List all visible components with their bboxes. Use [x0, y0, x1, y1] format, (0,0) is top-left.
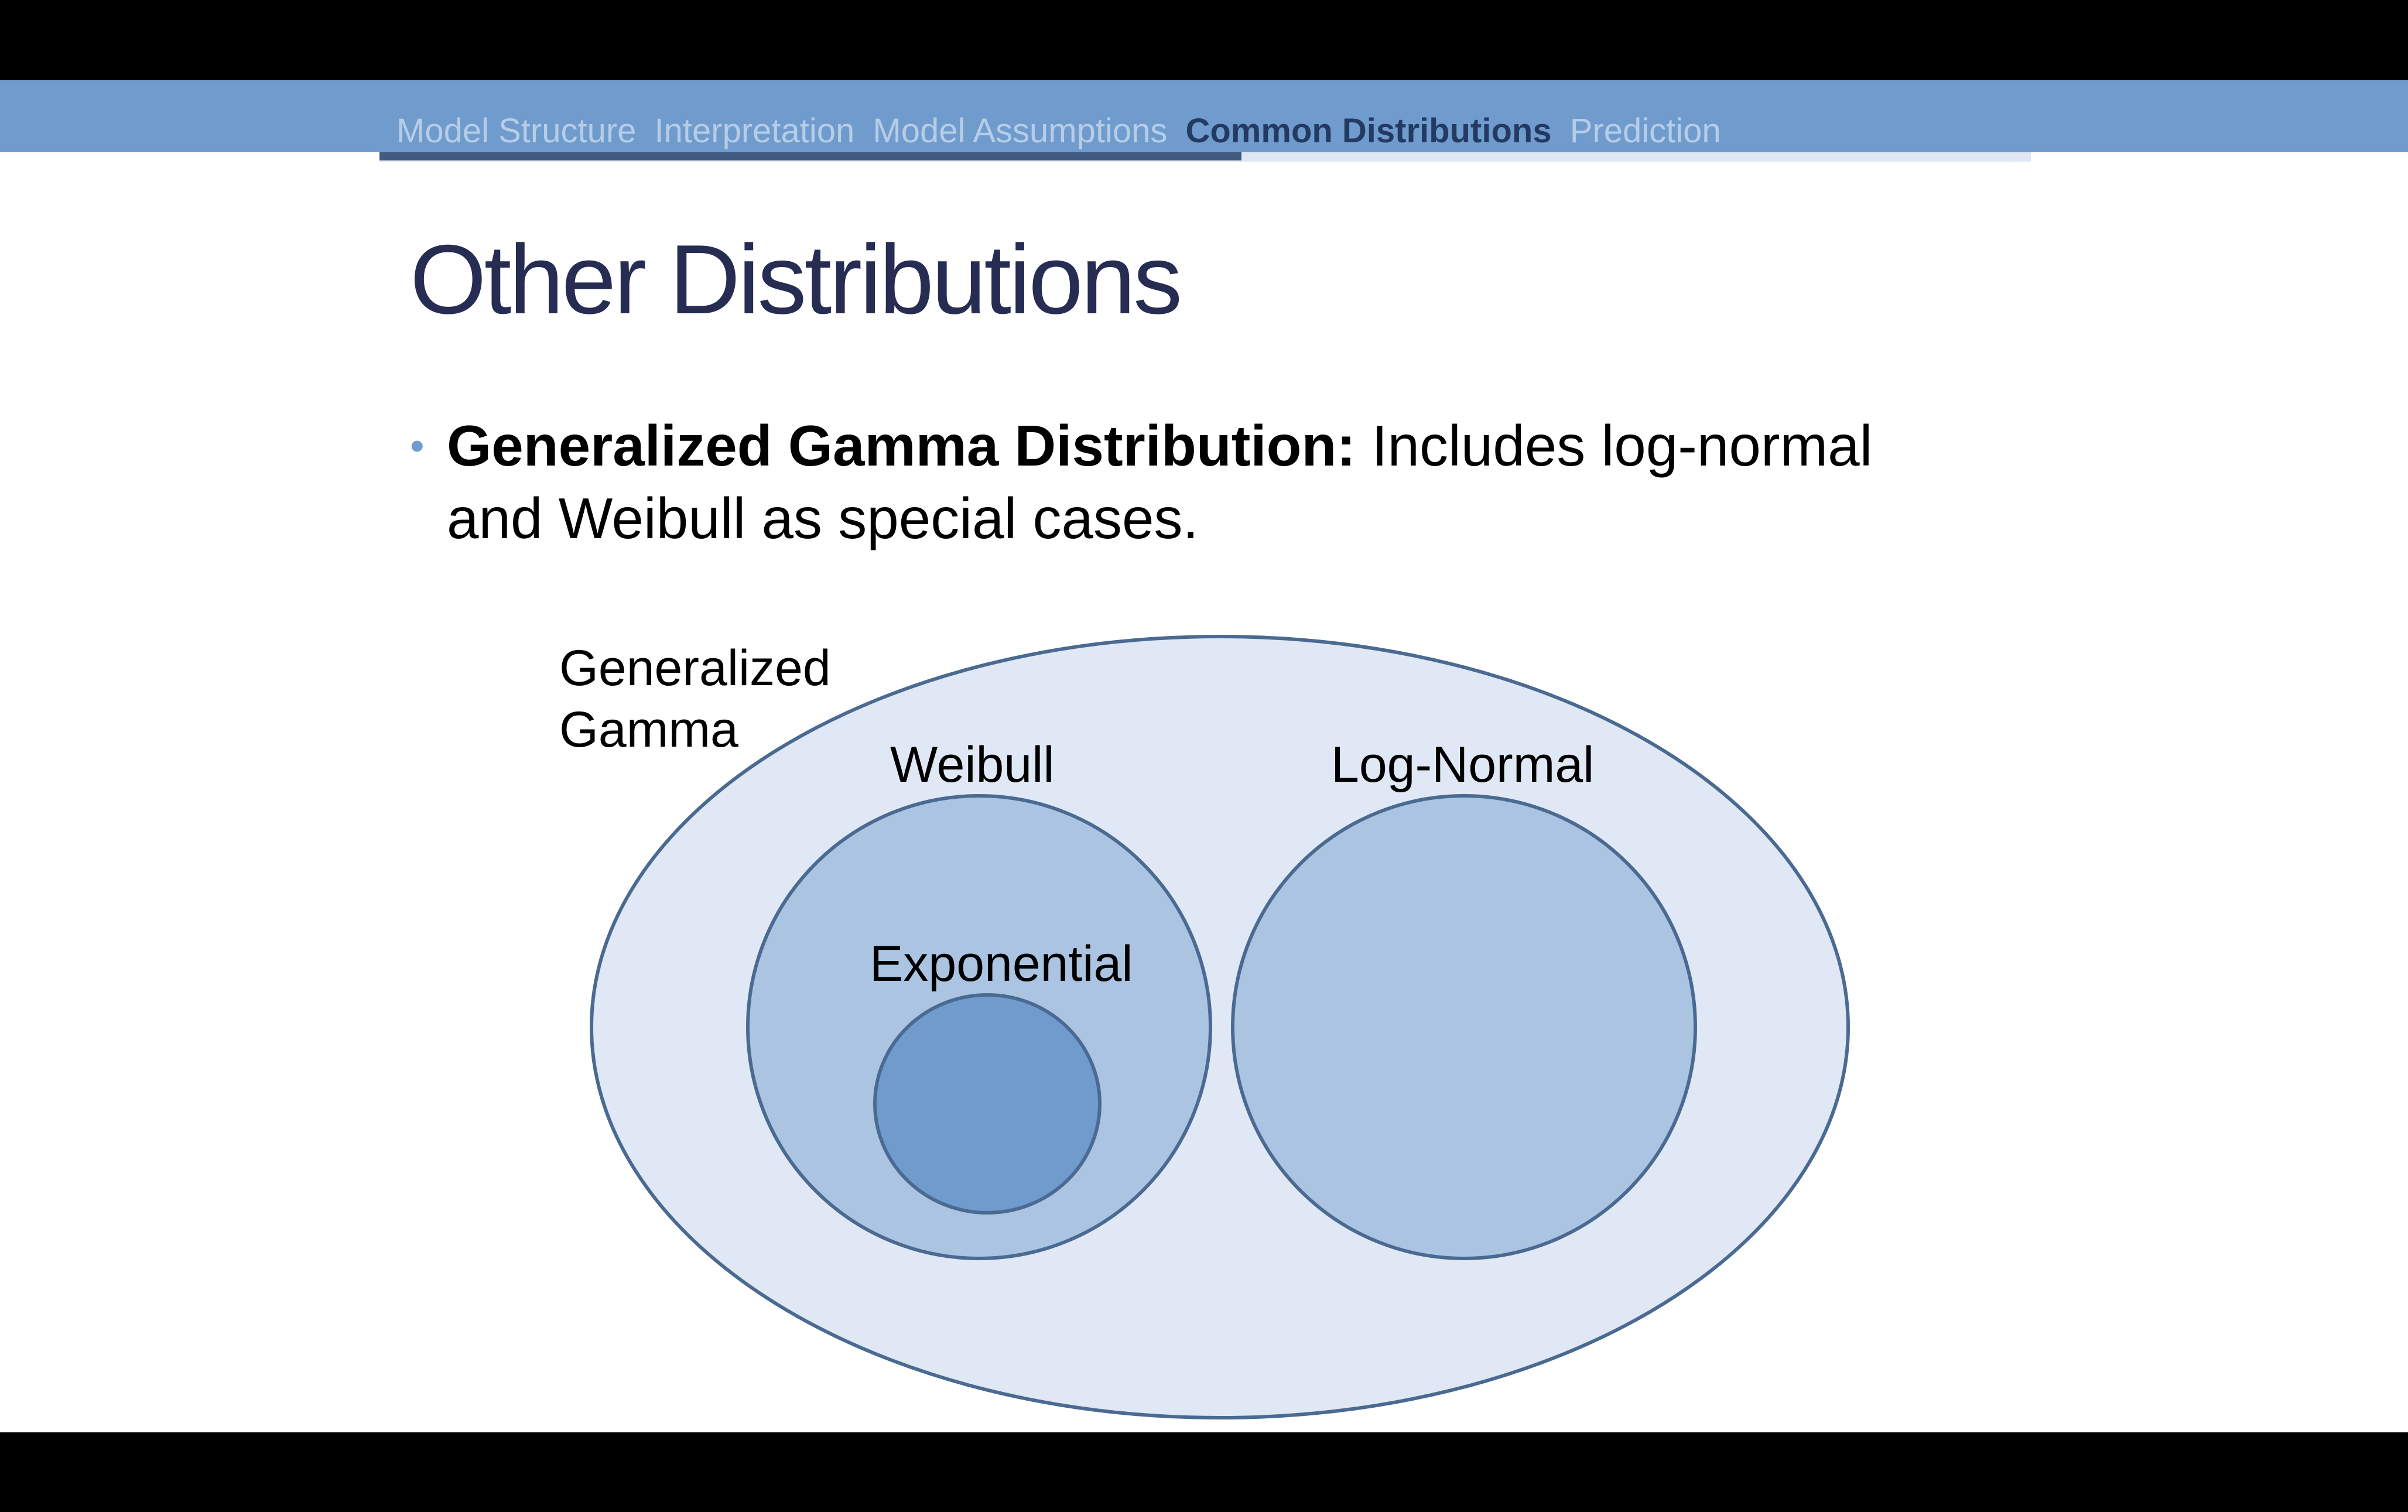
exponential-label: Exponential — [870, 936, 1133, 992]
lognormal-region — [1231, 794, 1697, 1260]
generalized-gamma-label-line2: Gamma — [559, 702, 738, 758]
venn-diagram: Generalized Gamma Weibull Log-Normal Exp… — [559, 635, 1850, 1419]
weibull-label: Weibull — [890, 737, 1054, 793]
exponential-region — [873, 993, 1102, 1215]
generalized-gamma-label-line1: Generalized — [559, 640, 831, 696]
screen: Model Structure Interpretation Model Ass… — [0, 0, 2408, 1512]
lognormal-label: Log-Normal — [1331, 737, 1594, 793]
